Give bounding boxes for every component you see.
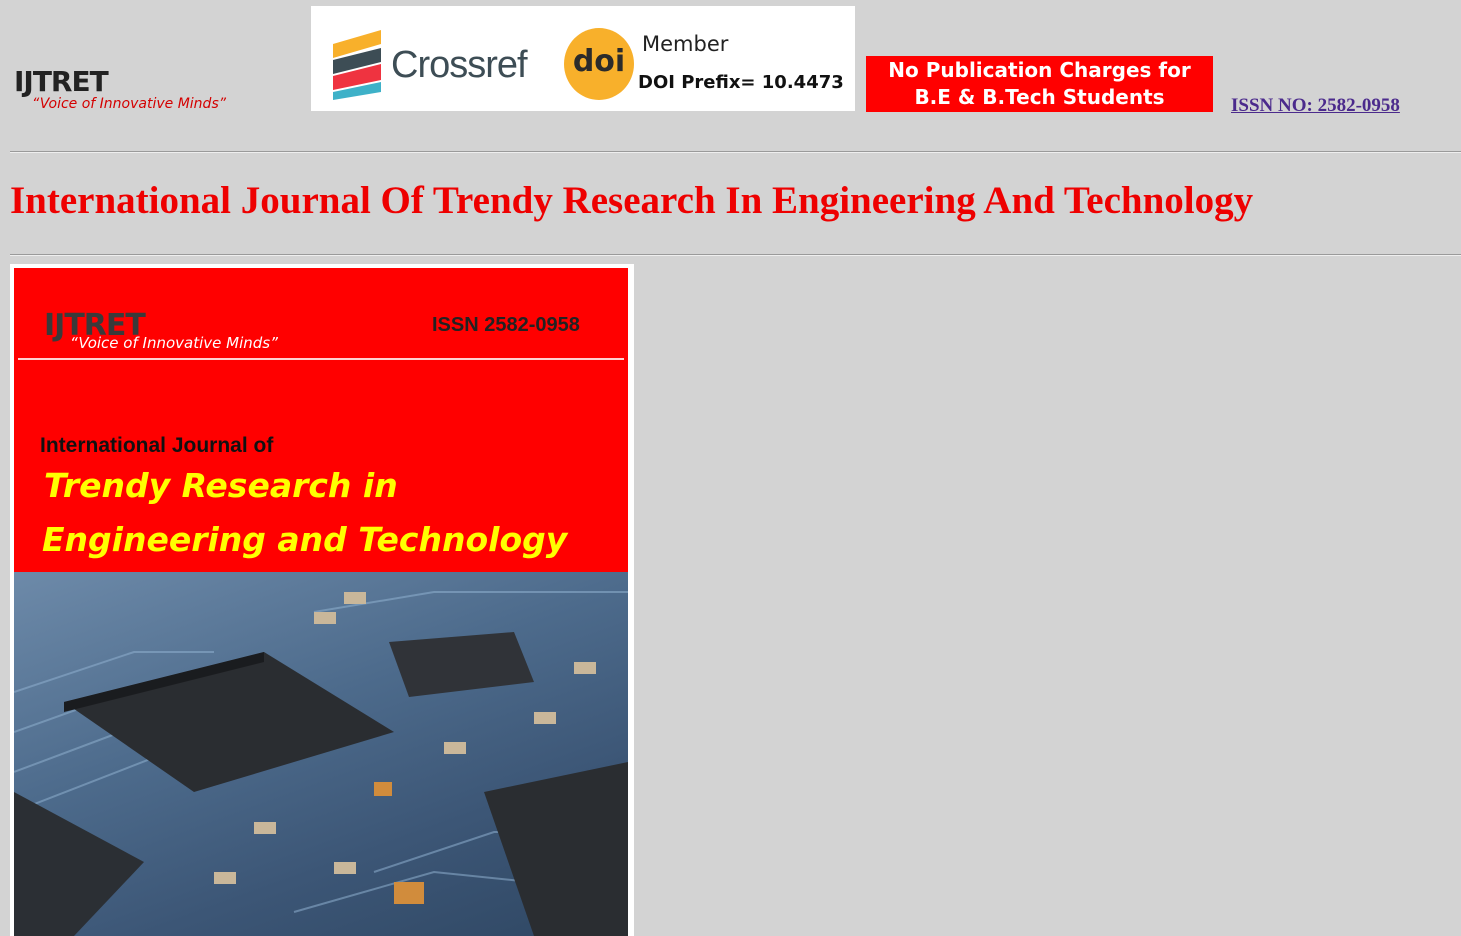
logo-mark: IJTRET	[14, 65, 109, 98]
cover-logo: IJTRET “Voice of Innovative Minds”	[44, 308, 278, 352]
issn-link[interactable]: ISSN NO: 2582-0958	[1231, 95, 1400, 117]
circuit-board-image	[13, 572, 629, 936]
cover-issn: ISSN 2582-0958	[432, 314, 580, 336]
site-logo[interactable]: IJTRET “Voice of Innovative Minds”	[14, 68, 274, 116]
cover-logo-tagline: “Voice of Innovative Minds”	[70, 334, 278, 352]
header-divider	[10, 151, 1461, 153]
title-divider	[10, 254, 1461, 256]
logo-tagline: “Voice of Innovative Minds”	[32, 96, 226, 112]
cover-title-line-2: Engineering and Technology	[42, 520, 568, 559]
cover-red-panel: IJTRET “Voice of Innovative Minds” ISSN …	[14, 268, 628, 572]
doi-badge-icon: doi	[564, 28, 634, 100]
cover-subtitle: International Journal of	[40, 434, 274, 457]
circuit-board-illustration	[13, 591, 629, 936]
crossref-member-banner[interactable]: Crossref doi Member DOI Prefix= 10.4473	[311, 6, 855, 111]
cover-divider	[18, 358, 624, 360]
notice-line-1: No Publication Charges for	[888, 58, 1191, 82]
page-title: International Journal Of Trendy Research…	[10, 179, 1254, 222]
no-charges-notice[interactable]: No Publication Charges for B.E & B.Tech …	[866, 56, 1213, 112]
crossref-logo-icon	[333, 30, 381, 100]
cover-title-line-1: Trendy Research in	[44, 466, 398, 505]
doi-prefix-label: DOI Prefix= 10.4473	[638, 72, 844, 93]
doi-member-label: Member	[642, 32, 729, 56]
notice-line-2: B.E & B.Tech Students	[914, 85, 1165, 109]
crossref-wordmark: Crossref	[391, 44, 528, 86]
journal-cover-image: IJTRET “Voice of Innovative Minds” ISSN …	[10, 264, 634, 936]
